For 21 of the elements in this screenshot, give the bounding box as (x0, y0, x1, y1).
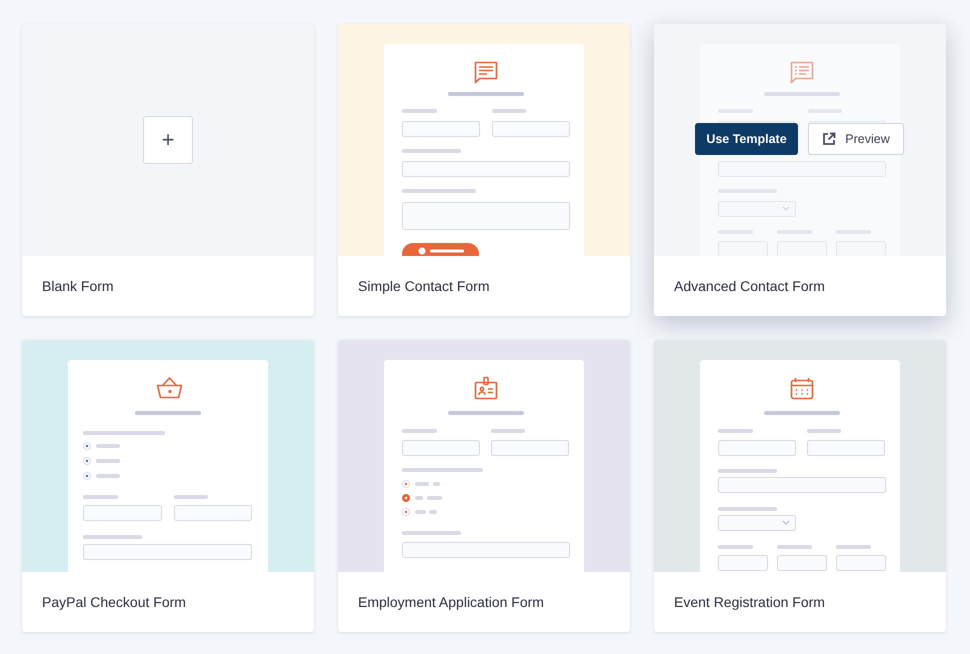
add-button[interactable]: + (143, 116, 193, 164)
template-title: PayPal Checkout Form (42, 594, 186, 610)
template-title: Event Registration Form (674, 594, 825, 610)
chat-bubble-icon (474, 62, 498, 84)
template-card[interactable]: Use Template Preview Advanced Contact Form (654, 24, 946, 316)
template-title: Advanced Contact Form (674, 278, 825, 294)
template-card[interactable]: Event Registration Form (654, 340, 946, 632)
template-card[interactable]: Simple Contact Form (338, 24, 630, 316)
preview-button[interactable]: Preview (808, 123, 904, 155)
basket-icon (156, 377, 182, 398)
template-title: Blank Form (42, 278, 114, 294)
calendar-icon (790, 377, 814, 400)
external-link-icon (822, 132, 836, 146)
id-badge-icon (474, 376, 498, 400)
template-card[interactable]: PayPal Checkout Form (22, 340, 314, 632)
use-template-button[interactable]: Use Template (695, 123, 798, 155)
template-card[interactable]: + Blank Form (22, 24, 314, 316)
template-title: Simple Contact Form (358, 278, 490, 294)
template-title: Employment Application Form (358, 594, 544, 610)
chat-list-icon (790, 62, 814, 84)
template-card[interactable]: Employment Application Form (338, 340, 630, 632)
